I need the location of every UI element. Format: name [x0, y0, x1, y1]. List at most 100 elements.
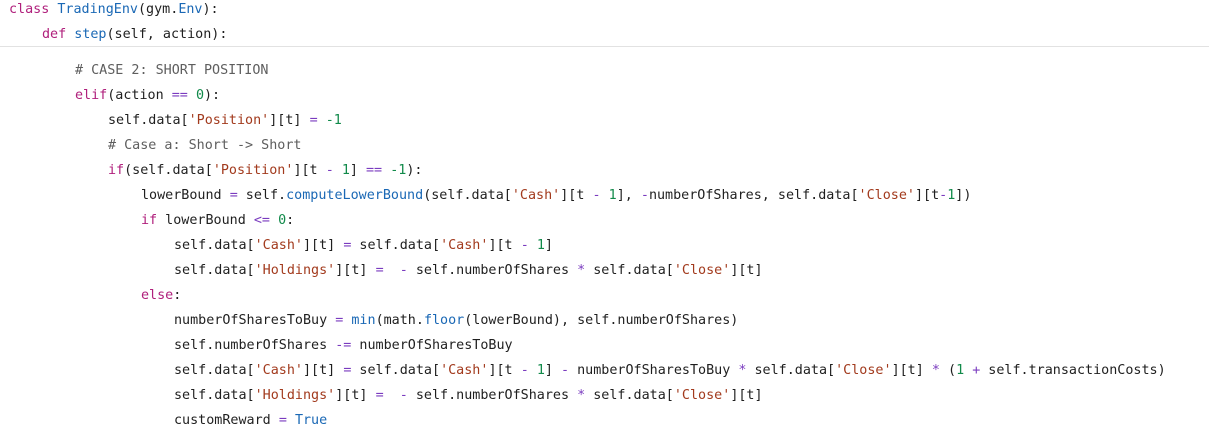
code-token: TradingEnv — [57, 2, 138, 17]
code-token: - — [399, 263, 408, 278]
code-token: 0 — [278, 213, 287, 228]
code-token: 1 — [608, 188, 617, 203]
code-token: self.data[ — [174, 363, 255, 378]
code-token: 1 — [956, 363, 965, 378]
code-token: ], — [616, 188, 641, 203]
code-token: 'Holdings' — [254, 263, 336, 278]
code-line: self.data['Cash'][t] = self.data['Cash']… — [174, 237, 553, 255]
code-editor[interactable]: class TradingEnv(gym.Env): def step(self,… — [0, 0, 1209, 432]
code-token: ][t — [293, 163, 326, 178]
sticky-header-line: class TradingEnv(gym.Env): — [9, 1, 219, 19]
code-token: ][t] — [730, 263, 763, 278]
code-token: - — [592, 188, 601, 203]
code-token: - — [325, 163, 334, 178]
code-token: 'Close' — [858, 188, 915, 203]
code-token: ][t — [560, 188, 593, 203]
code-line: elif(action == 0): — [75, 87, 220, 105]
code-line: if lowerBound <= 0: — [141, 212, 294, 230]
code-token: 1 — [536, 238, 545, 253]
code-token: == — [366, 163, 383, 178]
code-token: min — [351, 313, 376, 328]
code-token: * — [931, 363, 940, 378]
code-token: (self, action): — [106, 27, 228, 42]
code-token: (action — [107, 88, 172, 103]
code-token: == — [171, 88, 188, 103]
code-token: numberOfSharesToBuy — [569, 363, 739, 378]
code-token: 1 — [341, 163, 350, 178]
code-token: * — [577, 263, 586, 278]
code-token: : — [173, 288, 182, 303]
code-token: ( — [939, 363, 957, 378]
code-token: self.numberOfShares — [407, 388, 578, 403]
code-token: - — [399, 388, 408, 403]
code-token: ][t] — [303, 363, 344, 378]
code-token: self.data[ — [585, 388, 674, 403]
code-line: self.data['Holdings'][t] = - self.number… — [174, 387, 763, 405]
code-token: self.transactionCosts) — [980, 363, 1166, 378]
code-token: (math. — [375, 313, 424, 328]
code-token: floor — [423, 313, 465, 328]
code-line: customReward = True — [174, 412, 327, 430]
code-token: = — [278, 413, 287, 428]
code-token: 'Cash' — [440, 238, 489, 253]
code-line: self.data['Holdings'][t] = - self.number… — [174, 262, 763, 280]
code-token: = — [375, 263, 384, 278]
code-token: if — [108, 163, 125, 178]
code-token: self. — [237, 188, 287, 203]
code-token: customReward — [174, 413, 279, 428]
code-token: 'Close' — [673, 388, 731, 403]
code-token: (self.data[ — [423, 188, 512, 203]
code-token: = — [229, 188, 238, 203]
code-token: numberOfShares, self.data[ — [648, 188, 859, 203]
code-token: self.data[ — [746, 363, 836, 378]
code-token: self.data[ — [174, 388, 255, 403]
code-token: elif — [75, 88, 108, 103]
code-token: -1 — [390, 163, 407, 178]
code-line: self.data['Position'][t] = -1 — [108, 112, 342, 130]
code-token: else — [141, 288, 174, 303]
code-token: ][t — [914, 188, 940, 203]
code-token: (lowerBound), self.numberOfShares) — [464, 313, 739, 328]
code-token: ][t] — [269, 113, 310, 128]
code-line: numberOfSharesToBuy = min(math.floor(low… — [174, 312, 738, 330]
code-token: self.data[ — [108, 113, 189, 128]
code-token: ]) — [955, 188, 972, 203]
code-token: computeLowerBound — [286, 188, 424, 203]
code-token: 'Cash' — [511, 188, 561, 203]
code-token: ): — [202, 2, 219, 17]
code-token: * — [577, 388, 586, 403]
code-token: - — [640, 188, 649, 203]
code-token: 'Position' — [212, 163, 294, 178]
code-token: ][t] — [335, 263, 376, 278]
code-token: - — [520, 238, 529, 253]
code-token: self.data[ — [351, 363, 441, 378]
code-token: self.numberOfShares — [174, 338, 336, 353]
code-token: - — [520, 363, 529, 378]
code-token: = — [375, 388, 384, 403]
code-token: ][t — [488, 363, 521, 378]
code-line: if(self.data['Position'][t - 1] == -1): — [108, 162, 422, 180]
code-token: self.data[ — [174, 238, 255, 253]
code-token: ][t — [488, 238, 521, 253]
code-token: ][t] — [303, 238, 344, 253]
code-token: 'Position' — [188, 113, 270, 128]
code-token: ][t] — [730, 388, 763, 403]
sticky-header-divider — [0, 46, 1209, 47]
code-line: lowerBound = self.computeLowerBound(self… — [141, 187, 971, 205]
code-token: -1 — [325, 113, 342, 128]
code-token: self.numberOfShares — [407, 263, 578, 278]
code-token: ): — [204, 88, 221, 103]
code-token: # Case a: Short -> Short — [108, 138, 302, 153]
code-token: ] — [544, 363, 561, 378]
code-token: Env — [178, 2, 203, 17]
code-token: 'Cash' — [254, 363, 303, 378]
code-line: # CASE 2: SHORT POSITION — [75, 62, 268, 80]
code-token: (self.data[ — [124, 163, 213, 178]
code-token: 1 — [536, 363, 545, 378]
code-line: # Case a: Short -> Short — [108, 137, 301, 155]
